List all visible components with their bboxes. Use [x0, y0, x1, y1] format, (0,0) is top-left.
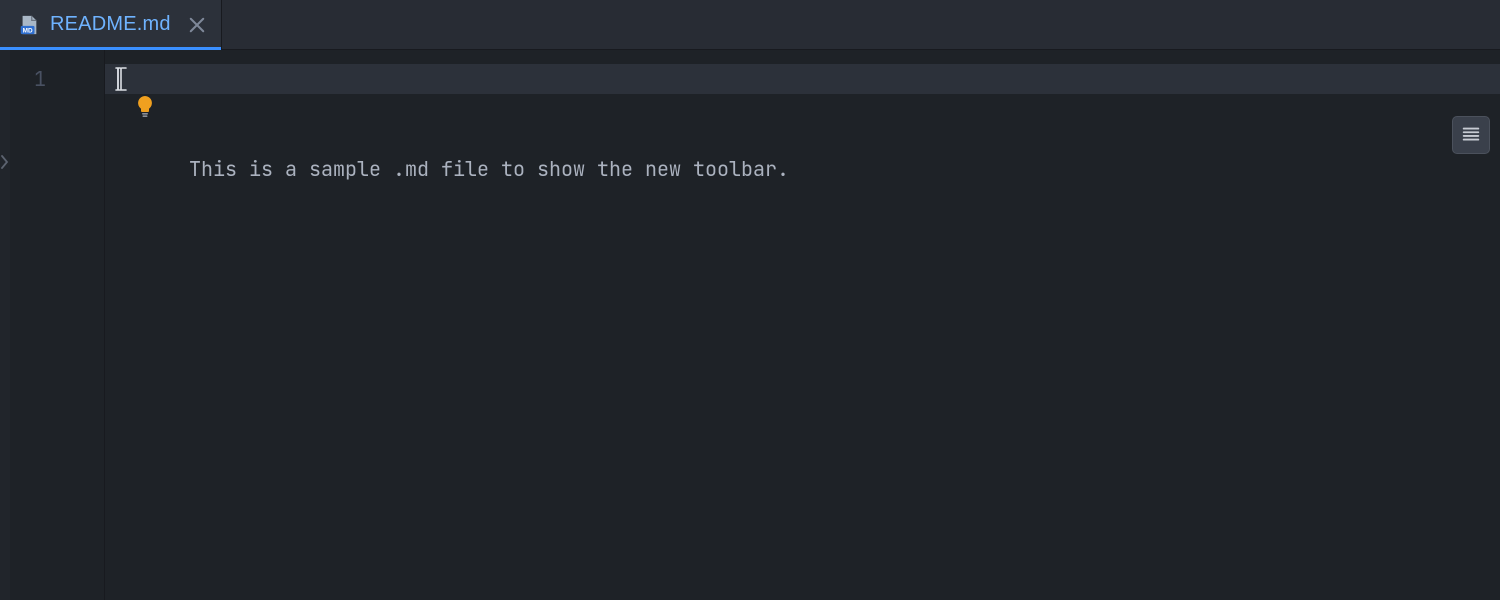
intention-bulb[interactable] [133, 94, 157, 118]
text-caret [117, 68, 119, 90]
tool-window-stripe[interactable] [0, 50, 10, 600]
chevron-right-icon [1, 155, 9, 169]
close-icon [187, 15, 207, 35]
tab-strip: MD README.md [0, 0, 1500, 50]
tab-readme[interactable]: MD README.md [0, 0, 222, 49]
line-number: 1 [10, 64, 104, 94]
editor: 1 This is a sample .md file to show the … [0, 50, 1500, 600]
paragraph-icon [1460, 124, 1482, 146]
floating-paragraph-button[interactable] [1452, 116, 1490, 154]
ibeam-cursor-icon [113, 65, 129, 93]
svg-text:MD: MD [23, 27, 33, 34]
markdown-file-icon: MD [18, 14, 40, 36]
tab-filename: README.md [50, 13, 171, 36]
code-area[interactable]: This is a sample .md file to show the ne… [105, 50, 1500, 600]
code-line[interactable]: This is a sample .md file to show the ne… [105, 64, 1500, 94]
code-text: This is a sample .md file to show the ne… [189, 156, 789, 182]
tab-close-button[interactable] [187, 15, 207, 35]
line-number-gutter[interactable]: 1 [10, 50, 105, 600]
lightbulb-icon [133, 94, 157, 118]
